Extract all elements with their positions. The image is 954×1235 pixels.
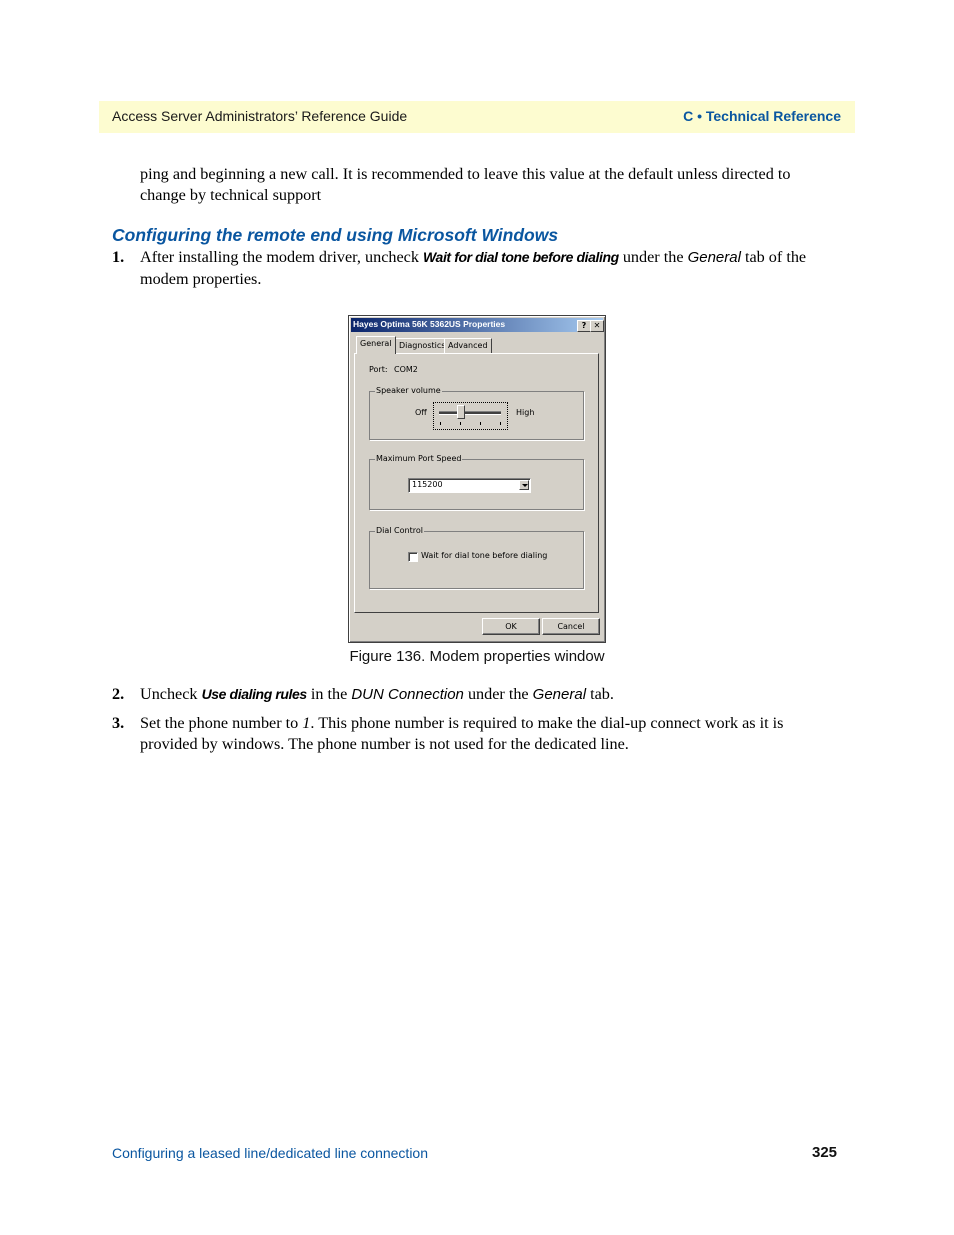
chevron-down-icon[interactable] [519,480,529,490]
speaker-volume-slider[interactable] [433,402,508,430]
slider-thumb[interactable] [457,405,465,419]
ui-option-name: Wait for dial tone before dialing [423,249,619,265]
header-guide-title: Access Server Administrators’ Reference … [112,108,408,124]
speaker-max-label: High [516,408,535,417]
intro-paragraph: ping and beginning a new call. It is rec… [140,165,791,204]
footer-section-title: Configuring a leased line/dedicated line… [112,1145,428,1161]
step-1: 1. After installing the modem driver, un… [112,247,842,289]
tab-panel-general: Port: COM2 Speaker volume Off High Maxim… [354,353,599,613]
slider-tick [460,422,461,425]
header-chapter: C • Technical Reference [683,108,841,124]
dial-control-label: Dial Control [375,526,424,535]
tab-diagnostics[interactable]: Diagnostics [395,338,450,354]
ui-tab-name: General [687,249,741,266]
dialog-title: Hayes Optima 56K 5362US Properties [353,319,506,329]
port-value: COM2 [394,365,418,374]
step-text: After installing the modem driver, unche… [140,247,842,289]
port-speed-select[interactable]: 115200 [408,478,531,493]
speaker-volume-group: Speaker volume Off High [369,386,584,440]
text: in the [306,685,352,703]
speaker-min-label: Off [415,408,427,417]
help-button[interactable]: ? [577,320,591,332]
text: After installing the modem driver, unche… [140,248,423,266]
page-header: Access Server Administrators’ Reference … [99,101,855,133]
step-text: Uncheck Use dialing rules in the DUN Con… [140,684,842,706]
dial-control-group: Dial Control Wait for dial tone before d… [369,526,584,589]
slider-tick [500,422,501,425]
ok-button[interactable]: OK [482,618,540,635]
slider-tick [480,422,481,425]
ui-tab-name: General [532,686,587,703]
text: under the [618,248,688,266]
slider-tick [440,422,441,425]
step-text: Set the phone number to 1. This phone nu… [140,713,842,754]
modem-properties-dialog: Hayes Optima 56K 5362US Properties ? ✕ G… [348,315,606,643]
port-speed-value: 115200 [412,480,443,489]
ui-dialog-name: DUN Connection [351,686,464,703]
text: Set the phone number to [140,714,303,732]
step-number: 2. [112,685,125,703]
text: under the [463,685,533,703]
text: Uncheck [140,685,202,703]
section-heading: Configuring the remote end using Microso… [112,225,559,245]
wait-for-dial-tone-checkbox[interactable] [408,552,418,562]
step-number: 1. [112,248,125,266]
text: tab. [586,685,614,703]
title-bar: Hayes Optima 56K 5362US Properties ? ✕ [351,318,604,332]
step-number: 3. [112,714,125,732]
slider-track [439,411,501,415]
tab-advanced[interactable]: Advanced [444,338,492,354]
tab-general[interactable]: General [356,336,396,354]
ui-option-name: Use dialing rules [201,686,308,702]
step-3: 3. Set the phone number to 1. This phone… [112,713,842,754]
port-speed-label: Maximum Port Speed [375,454,463,463]
wait-for-dial-tone-label[interactable]: Wait for dial tone before dialing [421,551,547,560]
page-number: 325 [812,1144,838,1161]
close-icon[interactable]: ✕ [590,320,604,332]
port-label: Port: [369,365,388,374]
figure-caption: Figure 136. Modem properties window [349,648,605,665]
step-2: 2. Uncheck Use dialing rules in the DUN … [112,684,842,706]
cancel-button[interactable]: Cancel [542,618,600,635]
speaker-volume-label: Speaker volume [375,386,442,395]
port-speed-group: Maximum Port Speed 115200 [369,454,584,510]
